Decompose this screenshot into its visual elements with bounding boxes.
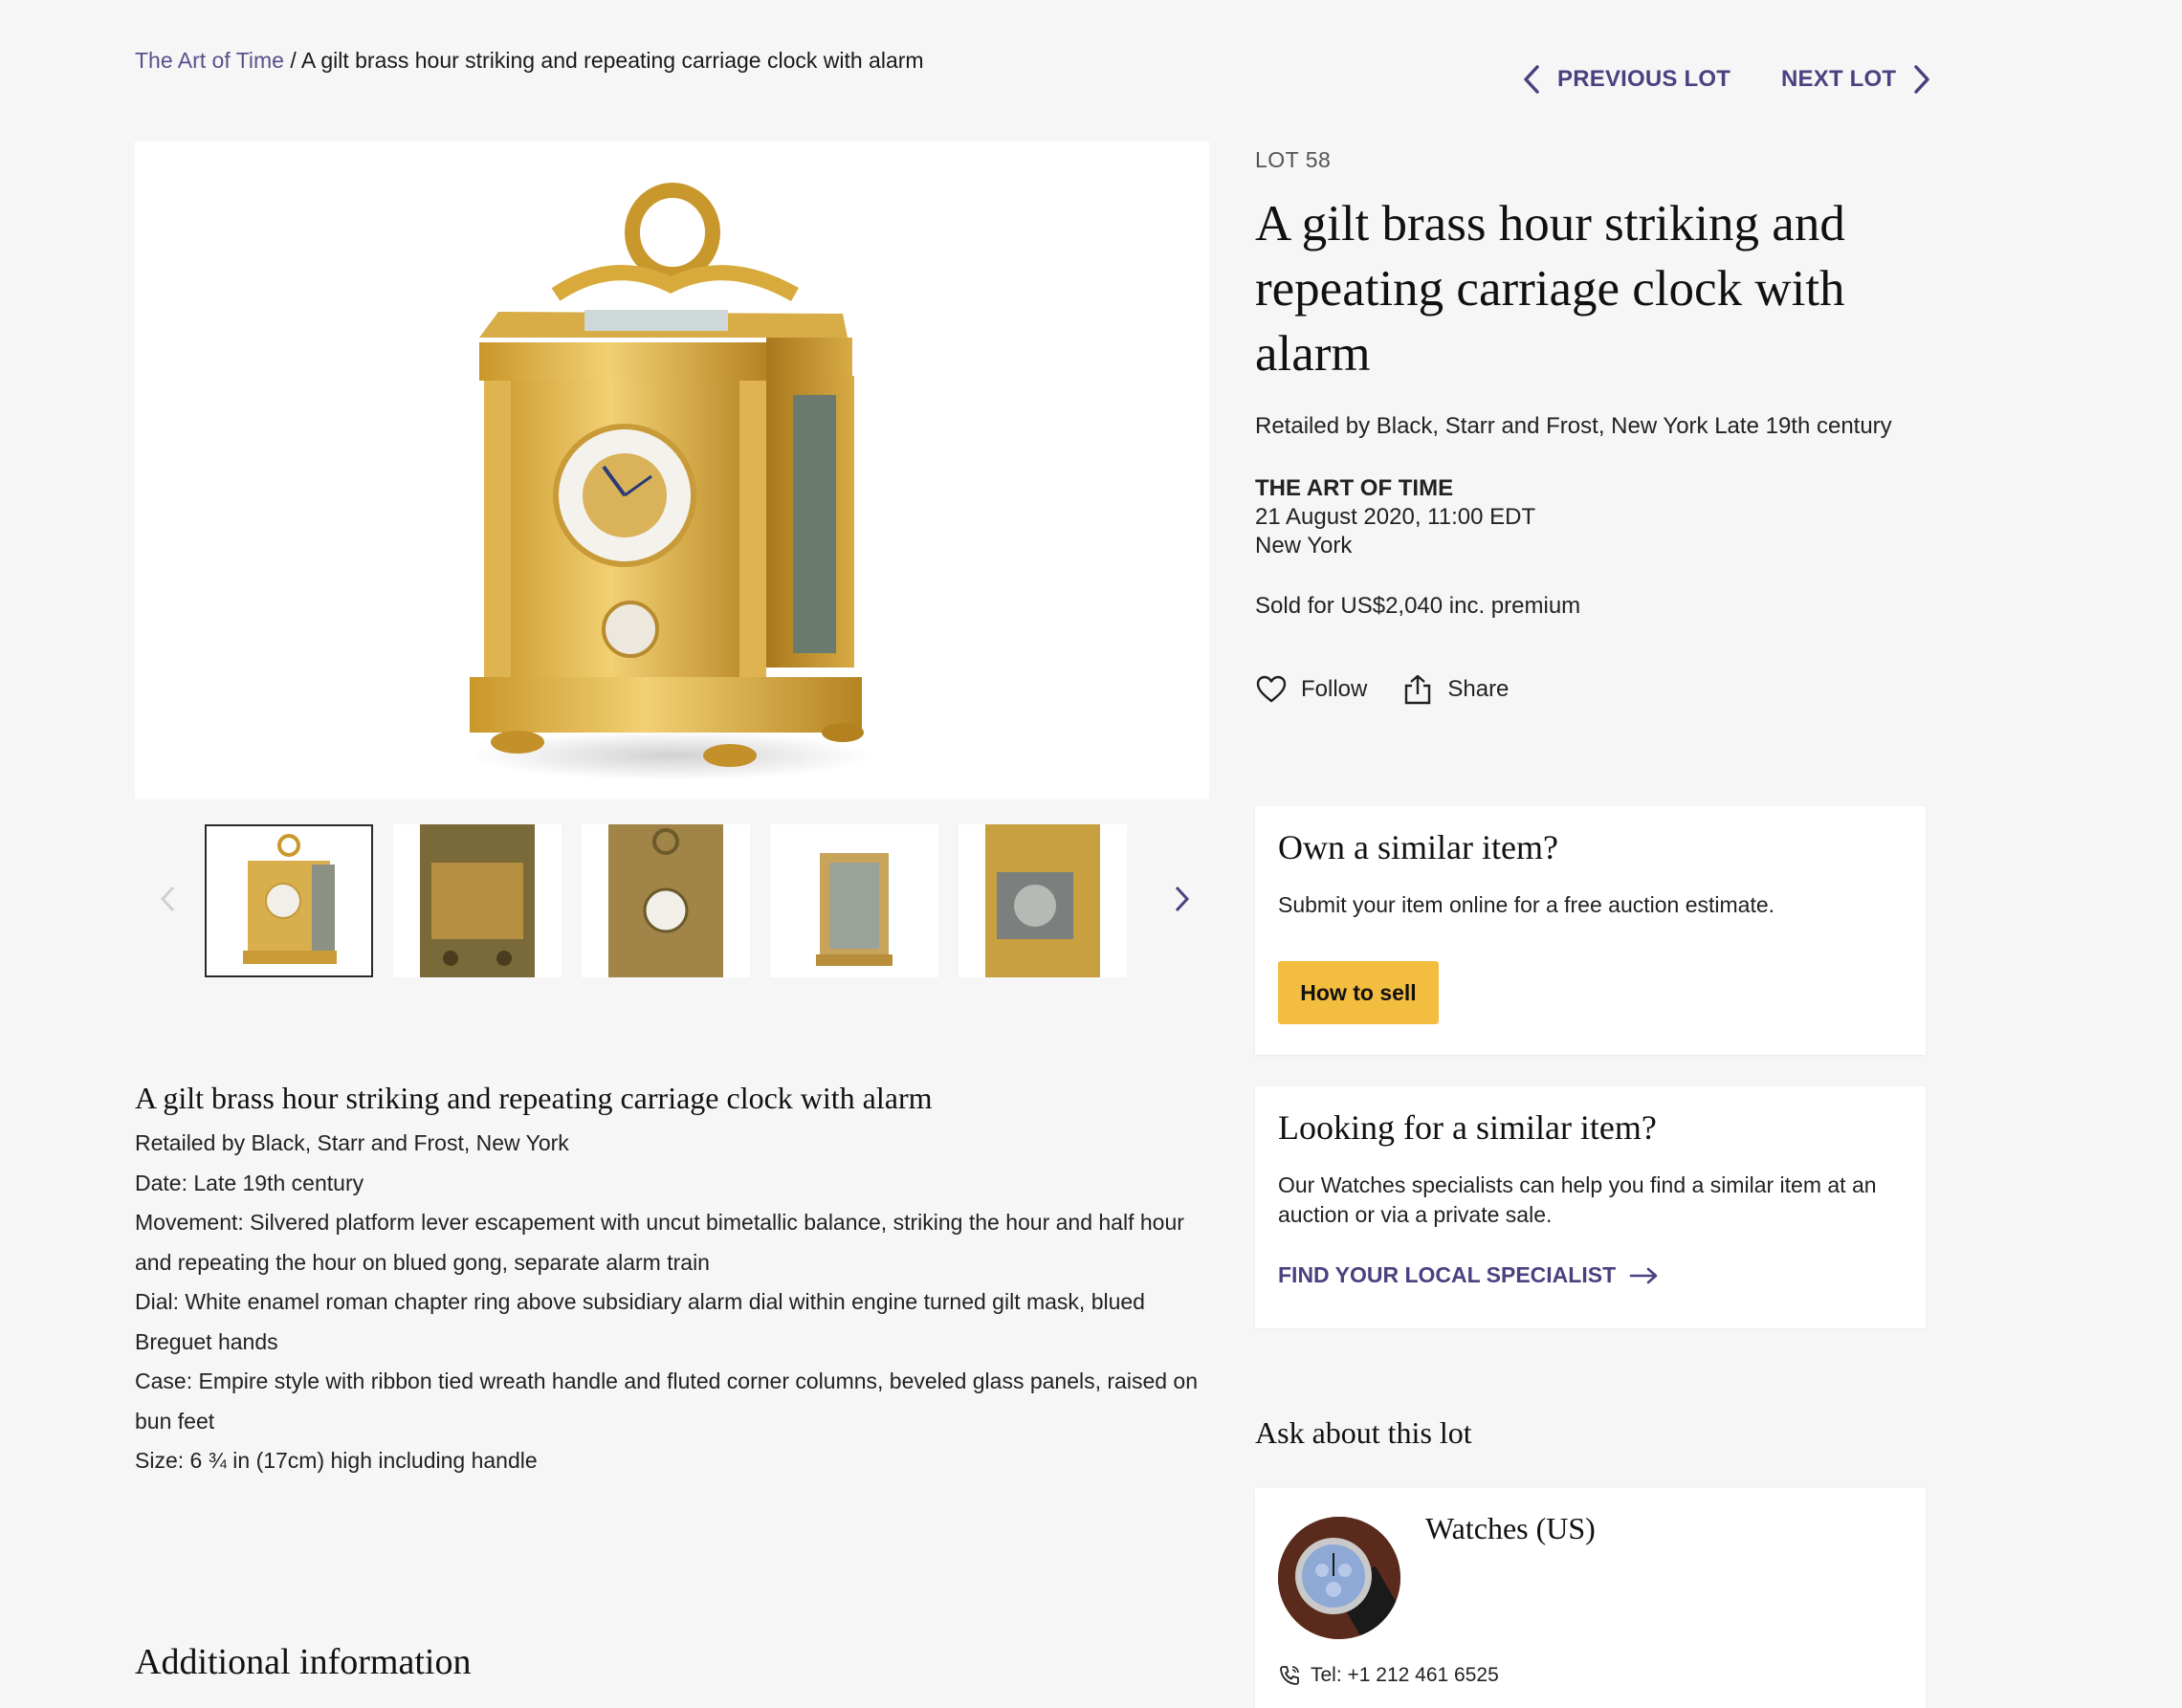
main-lot-image[interactable]	[135, 142, 1209, 799]
ask-heading: Ask about this lot	[1255, 1415, 1472, 1450]
description-line: Case: Empire style with ribbon tied wrea…	[135, 1369, 1199, 1434]
sell-card: Own a similar item? Submit your item onl…	[1255, 806, 1926, 1055]
description-heading: A gilt brass hour striking and repeating…	[135, 1081, 933, 1115]
heart-icon	[1256, 675, 1287, 703]
lot-description: A gilt brass hour striking and repeating…	[135, 1081, 1216, 1481]
thumbnail-image	[205, 824, 373, 977]
thumbnail-5[interactable]	[959, 824, 1127, 977]
lot-title: A gilt brass hour striking and repeating…	[1255, 196, 1845, 382]
follow-button[interactable]: Follow	[1255, 673, 1367, 706]
thumbnail-image	[959, 824, 1127, 977]
lot-actions: Follow Share	[1255, 673, 1509, 706]
watch-image	[1278, 1517, 1400, 1639]
sell-card-text: Submit your item online for a free aucti…	[1278, 892, 1775, 917]
sale-location: New York	[1255, 533, 1353, 558]
previous-lot-link[interactable]: PREVIOUS LOT	[1519, 63, 1730, 96]
chevron-left-icon	[1524, 65, 1539, 94]
department-name: Watches (US)	[1425, 1511, 1596, 1545]
previous-lot-label: PREVIOUS LOT	[1557, 66, 1731, 92]
thumbnail-3[interactable]	[582, 824, 750, 977]
sale-info: THE ART OF TIME 21 August 2020, 11:00 ED…	[1255, 474, 1535, 560]
sale-name: THE ART OF TIME	[1255, 475, 1454, 501]
thumbnail-image	[582, 824, 750, 977]
share-label: Share	[1447, 676, 1510, 702]
thumbnail-image	[393, 824, 562, 977]
thumbnail-2[interactable]	[393, 824, 562, 977]
breadcrumb-current: A gilt brass hour striking and repeating…	[300, 48, 924, 73]
phone-icon	[1280, 1666, 1299, 1685]
breadcrumb-link-sale[interactable]: The Art of Time	[135, 48, 284, 73]
next-lot-label: NEXT LOT	[1781, 66, 1897, 92]
sold-price: Sold for US$2,040 inc. premium	[1255, 593, 1581, 619]
specialist-card: Looking for a similar item? Our Watches …	[1255, 1086, 1926, 1328]
sale-date: 21 August 2020, 11:00 EDT	[1255, 504, 1536, 530]
arrow-right-icon	[1629, 1267, 1658, 1283]
department-card: Watches (US) Tel: +1 212 461 6525	[1255, 1488, 1926, 1708]
thumbnail-next-arrow-icon[interactable]	[1167, 878, 1196, 920]
department-phone-text: Tel: +1 212 461 6525	[1311, 1664, 1499, 1686]
thumbnail-1[interactable]	[205, 824, 373, 977]
chevron-right-icon	[1914, 65, 1930, 94]
carriage-clock-illustration	[470, 183, 871, 780]
thumbnail-image	[770, 824, 938, 977]
share-button[interactable]: Share	[1401, 673, 1509, 706]
additional-info-heading: Additional information	[135, 1642, 472, 1682]
thumbnail-prev-arrow-icon[interactable]	[154, 878, 183, 920]
how-to-sell-button[interactable]: How to sell	[1278, 961, 1439, 1024]
department-phone[interactable]: Tel: +1 212 461 6525	[1278, 1664, 1499, 1687]
find-specialist-link[interactable]: FIND YOUR LOCAL SPECIALIST	[1278, 1262, 1660, 1288]
breadcrumb-separator: /	[283, 48, 301, 73]
breadcrumb: The Art of Time / A gilt brass hour stri…	[135, 48, 924, 74]
description-line: Retailed by Black, Starr and Frost, New …	[135, 1130, 569, 1155]
description-line: Date: Late 19th century	[135, 1170, 364, 1195]
specialist-card-heading: Looking for a similar item?	[1278, 1108, 1657, 1147]
thumbnail-4[interactable]	[770, 824, 938, 977]
specialist-card-text: Our Watches specialists can help you fin…	[1278, 1172, 1877, 1227]
lot-number: LOT 58	[1255, 147, 1332, 172]
next-lot-link[interactable]: NEXT LOT	[1781, 63, 1934, 96]
description-line: Movement: Silvered platform lever escape…	[135, 1210, 1184, 1275]
find-specialist-label: FIND YOUR LOCAL SPECIALIST	[1278, 1262, 1617, 1287]
sell-card-heading: Own a similar item?	[1278, 828, 1558, 866]
lot-subtitle: Retailed by Black, Starr and Frost, New …	[1255, 413, 1892, 439]
department-avatar	[1278, 1517, 1400, 1639]
share-icon	[1405, 674, 1431, 705]
description-line: Dial: White enamel roman chapter ring ab…	[135, 1289, 1145, 1354]
description-line: Size: 6 ¾ in (17cm) high including handl…	[135, 1448, 538, 1473]
follow-label: Follow	[1301, 676, 1368, 702]
thumbnail-strip	[135, 822, 1209, 979]
